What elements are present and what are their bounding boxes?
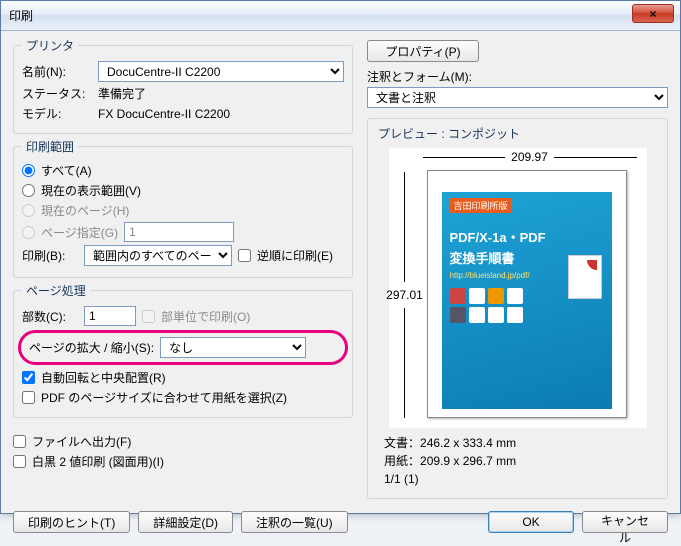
ok-button[interactable]: OK bbox=[488, 511, 574, 533]
window-title: 印刷 bbox=[9, 7, 33, 24]
choosepaper-check[interactable]: PDF のページサイズに合わせて用紙を選択(Z) bbox=[22, 389, 287, 406]
titlebar: 印刷 × bbox=[1, 1, 680, 31]
print-dialog: 印刷 × プリンタ 名前(N): DocuCentre-II C2200 ステー… bbox=[0, 0, 681, 514]
preview-doc: 吉田印刷所版 PDF/X-1a・PDF 変換手順書 http://blueisl… bbox=[442, 179, 612, 409]
preview-page: 吉田印刷所版 PDF/X-1a・PDF 変換手順書 http://blueisl… bbox=[427, 170, 627, 418]
cancel-button[interactable]: キャンセル bbox=[582, 511, 668, 533]
comments-form-label: 注釈とフォーム(M): bbox=[367, 68, 472, 85]
scaling-select[interactable]: なし bbox=[160, 337, 306, 358]
printer-name-select[interactable]: DocuCentre-II C2200 bbox=[98, 61, 344, 82]
properties-button[interactable]: プロパティ(P) bbox=[367, 40, 479, 62]
subset-label: 印刷(B): bbox=[22, 247, 78, 264]
preview-title: プレビュー : コンポジット bbox=[378, 125, 657, 142]
duplex-check[interactable]: 白黒 2 値印刷 (図面用)(I) bbox=[13, 453, 164, 470]
printer-group: プリンタ 名前(N): DocuCentre-II C2200 ステータス: 準備… bbox=[13, 37, 353, 134]
preview-group: プレビュー : コンポジット 209.97 297.01 吉田印刷所版 PDF/… bbox=[367, 118, 668, 499]
comments-form-select[interactable]: 文書と注釈 bbox=[367, 87, 668, 108]
status-label: ステータス: bbox=[22, 85, 92, 102]
reverse-check[interactable]: 逆順に印刷(E) bbox=[238, 247, 333, 264]
preview-area: 209.97 297.01 吉田印刷所版 PDF/X-1a・PDF 変換手順書 … bbox=[389, 148, 647, 428]
model-value: FX DocuCentre-II C2200 bbox=[98, 107, 230, 121]
range-pages[interactable]: ページ指定(G) bbox=[22, 224, 118, 241]
scaling-highlight: ページの拡大 / 縮小(S): なし bbox=[18, 330, 348, 365]
handling-legend: ページ処理 bbox=[22, 282, 90, 299]
hints-button[interactable]: 印刷のヒント(T) bbox=[13, 511, 130, 533]
footer: 印刷のヒント(T) 詳細設定(D) 注釈の一覧(U) OK キャンセル bbox=[1, 507, 680, 541]
collate-check: 部単位で印刷(O) bbox=[142, 308, 250, 325]
close-icon[interactable]: × bbox=[632, 4, 674, 23]
scaling-label: ページの拡大 / 縮小(S): bbox=[29, 339, 154, 356]
autorotate-check[interactable]: 自動回転と中央配置(R) bbox=[22, 369, 166, 386]
range-group: 印刷範囲 すべて(A) 現在の表示範囲(V) 現在のページ(H) ページ指定(G… bbox=[13, 138, 353, 278]
range-pages-input bbox=[124, 222, 234, 242]
printer-legend: プリンタ bbox=[22, 37, 78, 54]
status-value: 準備完了 bbox=[98, 85, 146, 102]
model-label: モデル: bbox=[22, 105, 92, 122]
tofile-check[interactable]: ファイルへ出力(F) bbox=[13, 433, 131, 450]
copies-input[interactable] bbox=[84, 306, 136, 326]
handling-group: ページ処理 部数(C): 部単位で印刷(O) ページの拡大 / 縮小(S): な… bbox=[13, 282, 353, 418]
dim-width: 209.97 bbox=[423, 150, 637, 164]
dim-height: 297.01 bbox=[389, 172, 421, 418]
range-current[interactable]: 現在のページ(H) bbox=[22, 202, 129, 219]
subset-select[interactable]: 範囲内のすべてのページ bbox=[84, 245, 232, 266]
preview-info: 文書：246.2 x 333.4 mm 用紙：209.9 x 296.7 mm … bbox=[384, 434, 657, 488]
copies-label: 部数(C): bbox=[22, 308, 78, 325]
range-all[interactable]: すべて(A) bbox=[22, 162, 92, 179]
comments-list-button[interactable]: 注釈の一覧(U) bbox=[241, 511, 348, 533]
pdf-icon bbox=[568, 255, 602, 299]
advanced-button[interactable]: 詳細設定(D) bbox=[138, 511, 233, 533]
range-legend: 印刷範囲 bbox=[22, 138, 78, 155]
name-label: 名前(N): bbox=[22, 63, 92, 80]
range-view[interactable]: 現在の表示範囲(V) bbox=[22, 182, 141, 199]
